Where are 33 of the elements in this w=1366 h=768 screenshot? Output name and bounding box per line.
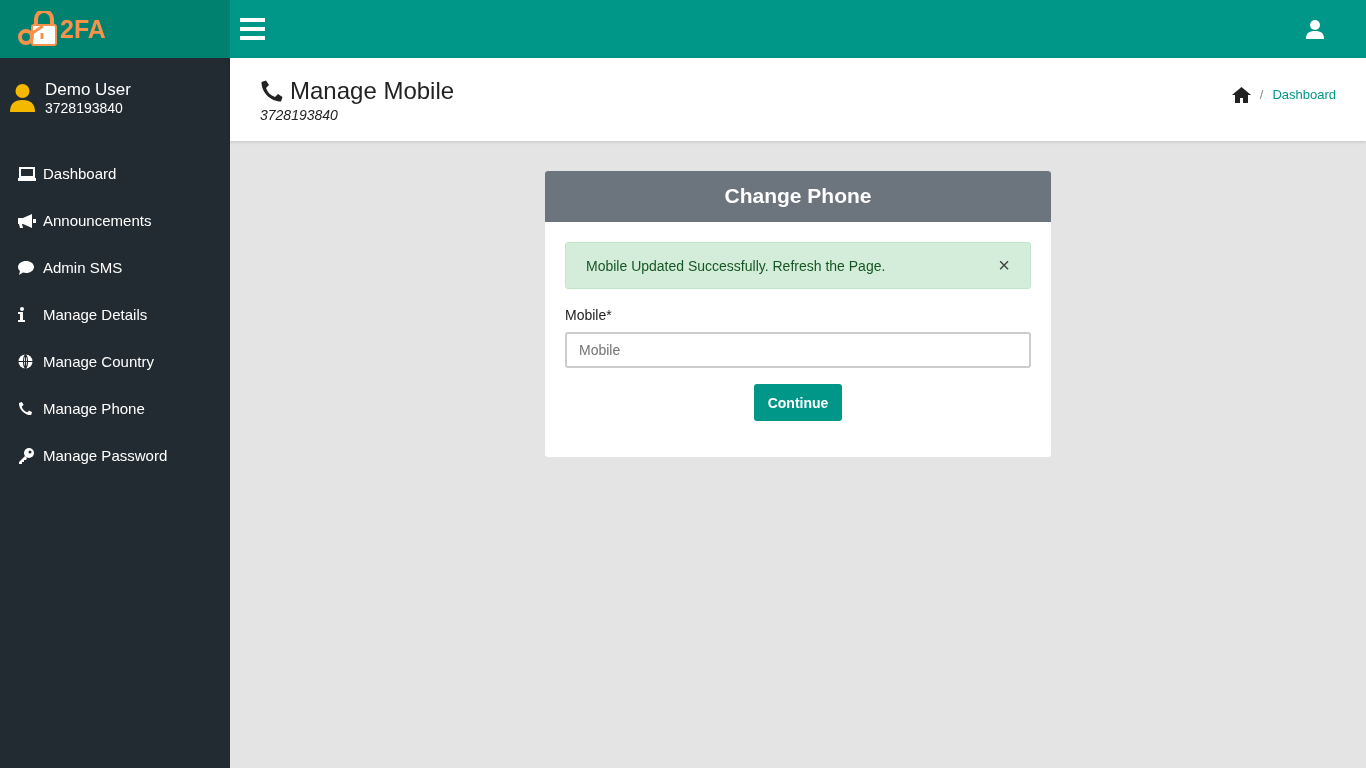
sidebar-item[interactable]: Admin SMS xyxy=(0,244,230,291)
user-phone: 3728193840 xyxy=(45,100,124,116)
user-avatar-icon xyxy=(10,84,35,112)
page-title: Manage Mobile xyxy=(290,76,455,105)
sidebar-item[interactable]: Announcements xyxy=(0,197,230,244)
phone-icon xyxy=(18,401,33,416)
padlock-key-icon xyxy=(18,11,58,47)
user-name: Demo User xyxy=(45,80,131,100)
page-subtitle: 3728193840 xyxy=(260,106,339,123)
menu-button[interactable] xyxy=(240,18,265,40)
field-label: Mobile* xyxy=(565,307,613,323)
user-button[interactable] xyxy=(1306,19,1324,39)
sidebar-item[interactable]: Dashboard xyxy=(0,150,230,197)
globe-icon xyxy=(18,354,33,369)
key-icon xyxy=(18,447,34,464)
mobile-input-field[interactable]: Mobile xyxy=(565,332,1031,368)
sidebar-item[interactable]: Manage Country xyxy=(0,338,230,385)
breadcrumb-separator: / xyxy=(1259,87,1264,102)
megaphone-icon xyxy=(18,213,36,228)
close-button[interactable]: × xyxy=(998,254,1010,277)
speech-bubble-icon xyxy=(18,260,34,275)
home-icon[interactable] xyxy=(1231,86,1251,103)
logo-text: 2FA xyxy=(60,14,106,44)
breadcrumb-link[interactable]: Dashboard xyxy=(1272,87,1336,102)
continue-button[interactable]: Continue xyxy=(753,384,843,421)
card-title: Change Phone xyxy=(545,171,1051,222)
info-icon xyxy=(18,307,25,322)
sidebar-item[interactable]: Manage Password xyxy=(0,432,230,479)
laptop-icon xyxy=(18,166,36,181)
phone-icon xyxy=(260,78,284,103)
alert-message: Mobile Updated Successfully. Refresh the Page. xyxy=(586,257,886,274)
sidebar-item[interactable]: Manage Details xyxy=(0,291,230,338)
sidebar-item[interactable]: Manage Phone xyxy=(0,385,230,432)
